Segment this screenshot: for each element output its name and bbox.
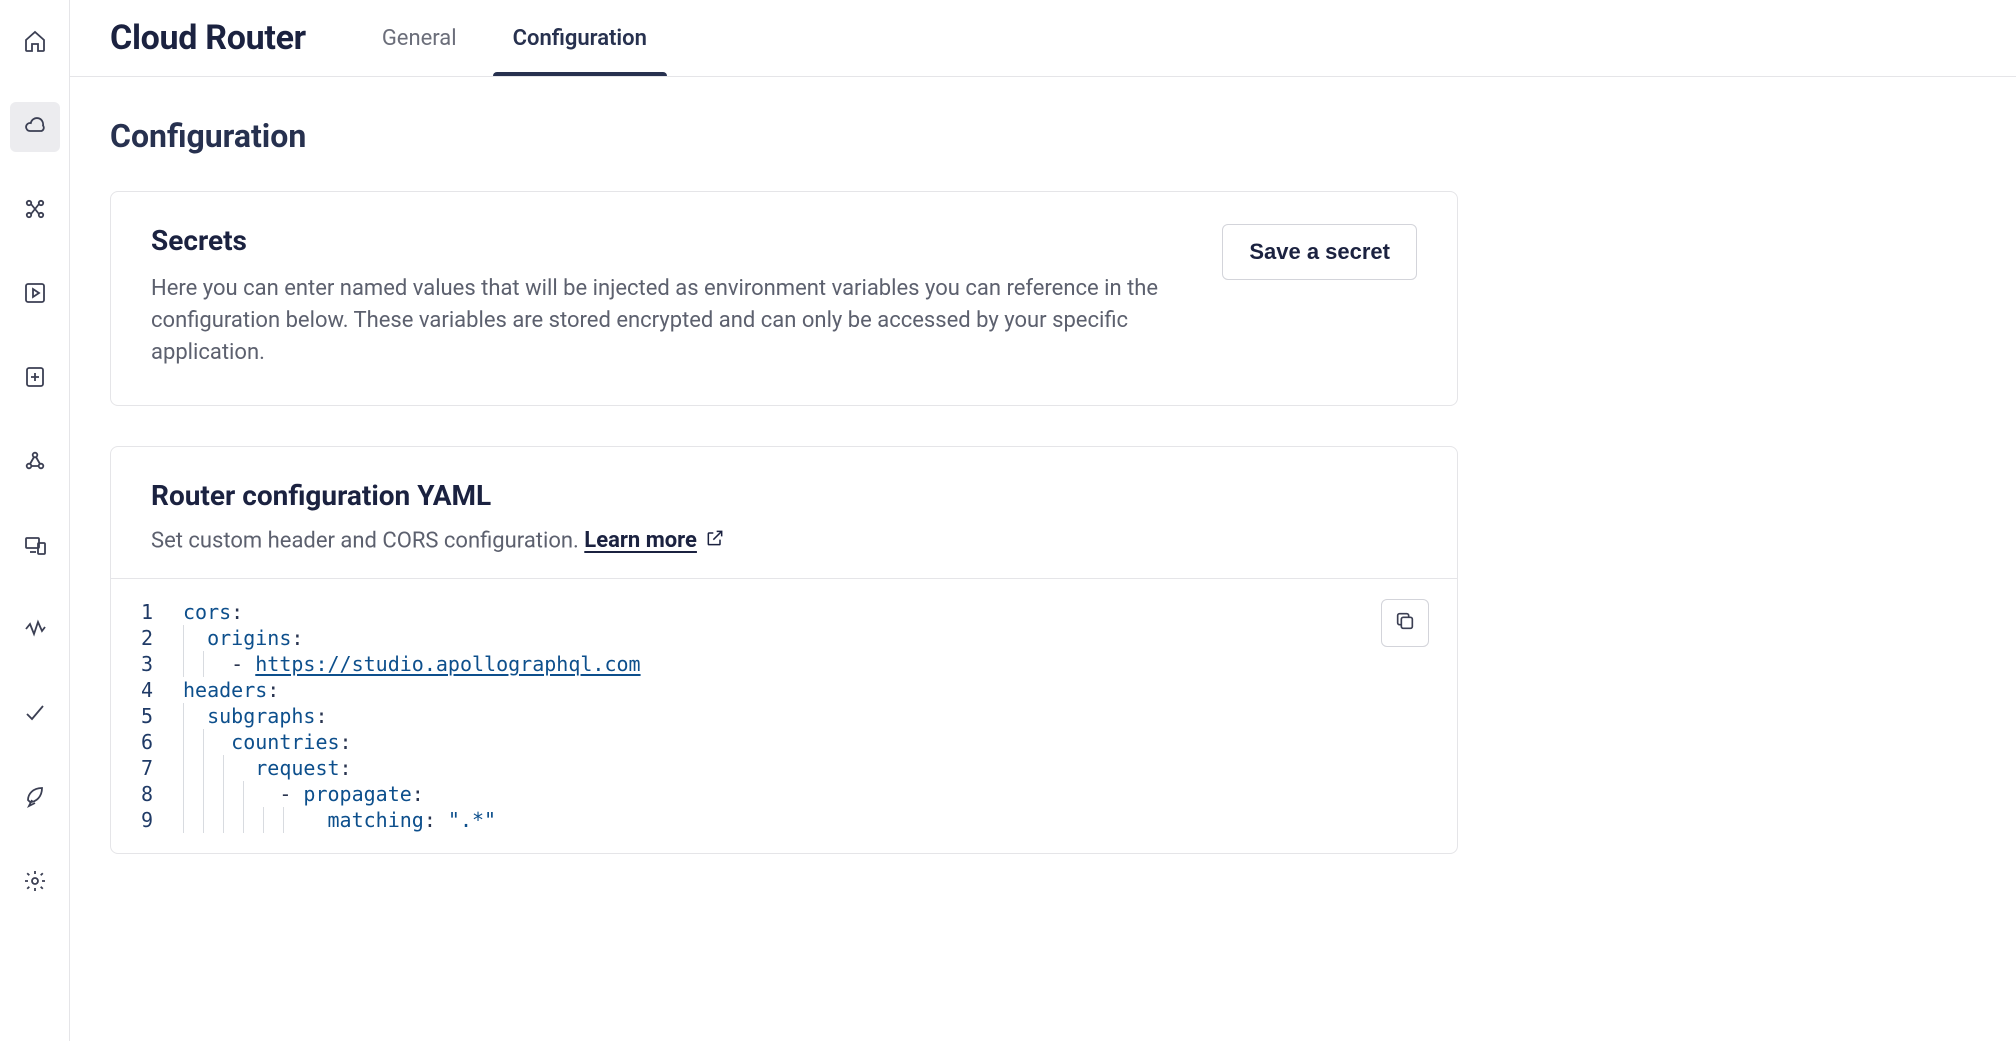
line-number: 7 (111, 755, 171, 781)
copy-button[interactable] (1381, 599, 1429, 647)
code-line: 4headers: (111, 677, 1457, 703)
sidebar-item-cloud[interactable] (10, 102, 60, 152)
sidebar-item-play[interactable] (10, 270, 60, 320)
external-link-icon (705, 528, 725, 554)
learn-more-link[interactable]: Learn more (584, 528, 725, 554)
code-cell: subgraphs: (171, 703, 328, 729)
icon-sidebar (0, 0, 70, 1041)
sidebar-item-settings[interactable] (10, 858, 60, 908)
code-cell: origins: (171, 625, 303, 651)
save-secret-button[interactable]: Save a secret (1222, 224, 1417, 280)
gear-icon (23, 869, 47, 897)
line-number: 1 (111, 599, 171, 625)
sidebar-item-devices[interactable] (10, 522, 60, 572)
code-line: 9 matching: ".*" (111, 807, 1457, 833)
code-cell: headers: (171, 677, 279, 703)
yaml-card-desc: Set custom header and CORS configuration… (151, 528, 1417, 554)
graph-icon (23, 197, 47, 225)
code-line: 1cors: (111, 599, 1457, 625)
tab-configuration[interactable]: Configuration (485, 0, 675, 76)
secrets-card: Secrets Here you can enter named values … (110, 191, 1458, 406)
code-line: 2 origins: (111, 625, 1457, 651)
code-cell: request: (171, 755, 352, 781)
code-lines: 1cors:2 origins:3 - https://studio.apoll… (111, 599, 1457, 833)
code-cell: - propagate: (171, 781, 424, 807)
home-icon (23, 29, 47, 57)
line-number: 8 (111, 781, 171, 807)
learn-more-text: Learn more (584, 528, 697, 553)
tab-general[interactable]: General (354, 0, 485, 76)
code-line: 3 - https://studio.apollographql.com (111, 651, 1457, 677)
sidebar-item-graph[interactable] (10, 186, 60, 236)
code-cell: matching: ".*" (171, 807, 496, 833)
rocket-icon (23, 785, 47, 813)
code-line: 5 subgraphs: (111, 703, 1457, 729)
line-number: 5 (111, 703, 171, 729)
yaml-card-title: Router configuration YAML (151, 479, 1417, 512)
code-cell: countries: (171, 729, 352, 755)
content: Configuration Secrets Here you can enter… (70, 77, 2016, 934)
diff-icon (23, 365, 47, 393)
line-number: 6 (111, 729, 171, 755)
yaml-editor[interactable]: 1cors:2 origins:3 - https://studio.apoll… (111, 578, 1457, 853)
yaml-url[interactable]: https://studio.apollographql.com (255, 652, 640, 676)
code-line: 8 - propagate: (111, 781, 1457, 807)
line-number: 9 (111, 807, 171, 833)
code-cell: cors: (171, 599, 243, 625)
yaml-card: Router configuration YAML Set custom hea… (110, 446, 1458, 854)
secrets-card-title: Secrets (151, 224, 1182, 257)
yaml-desc-text: Set custom header and CORS configuration… (151, 528, 584, 553)
play-square-icon (23, 281, 47, 309)
sidebar-item-rocket[interactable] (10, 774, 60, 824)
devices-icon (23, 533, 47, 561)
tabs: General Configuration (354, 0, 675, 76)
code-line: 7 request: (111, 755, 1457, 781)
line-number: 3 (111, 651, 171, 677)
cloud-icon (23, 113, 47, 141)
sidebar-item-home[interactable] (10, 18, 60, 68)
main-area: Cloud Router General Configuration Confi… (70, 0, 2016, 1041)
sidebar-item-federation[interactable] (10, 438, 60, 488)
section-title: Configuration (110, 117, 1976, 155)
sidebar-item-metrics[interactable] (10, 606, 60, 656)
line-number: 4 (111, 677, 171, 703)
page-title: Cloud Router (110, 18, 306, 58)
code-line: 6 countries: (111, 729, 1457, 755)
line-number: 2 (111, 625, 171, 651)
header: Cloud Router General Configuration (70, 0, 2016, 77)
secrets-card-desc: Here you can enter named values that wil… (151, 273, 1182, 369)
federation-icon (23, 449, 47, 477)
metrics-icon (23, 617, 47, 645)
code-cell: - https://studio.apollographql.com (171, 651, 641, 677)
check-icon (23, 701, 47, 729)
sidebar-item-diff[interactable] (10, 354, 60, 404)
copy-icon (1394, 610, 1416, 635)
sidebar-item-check[interactable] (10, 690, 60, 740)
